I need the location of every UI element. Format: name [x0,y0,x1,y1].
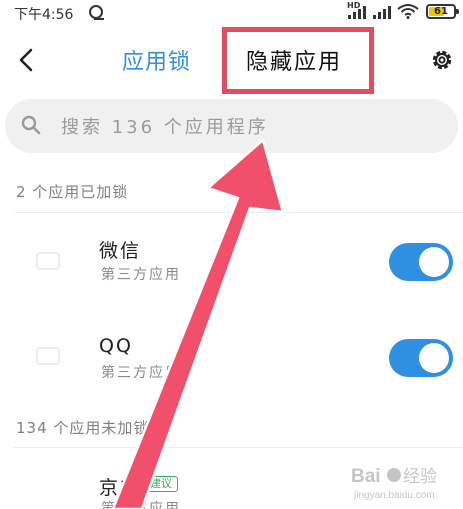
app-name: QQ [99,335,133,357]
app-name: 京东 [99,477,142,499]
app-category: 第三方应用 [101,501,181,509]
lock-toggle[interactable] [389,339,453,377]
app-category: 第三方应用 [101,267,181,283]
divider [14,212,463,213]
signal-icon [348,5,370,19]
signal-icon [373,5,395,19]
settings-button[interactable] [428,45,456,75]
svg-text:Bai: Bai [351,466,381,487]
search-icon [21,115,41,135]
locked-section-title: 2 个应用已加锁 [16,183,129,201]
status-bar: 下午4:56 HD 61 [0,0,463,28]
tab-app-lock[interactable]: 应用锁 [122,44,191,76]
status-time: 下午4:56 [14,7,74,23]
svg-text:jingyan.baidu.com: jingyan.baidu.com [353,490,435,501]
toggle-knob [419,343,449,373]
highlight-box [222,27,374,94]
back-button[interactable] [14,45,40,75]
svg-text:经验: 经验 [403,467,437,487]
battery-level: 61 [434,6,448,17]
divider [14,447,463,448]
suggest-badge: 建议 [144,476,178,492]
search-placeholder: 搜索 136 个应用程序 [61,117,269,138]
gear-icon [432,50,452,70]
toggle-knob [419,247,449,277]
app-category: 第三方应用 [101,365,181,381]
qq-app-icon [36,347,60,365]
app-name: 微信 [99,240,142,262]
unlocked-section-title: 134 个应用未加锁 [16,419,150,437]
notification-ring-icon [89,5,104,20]
lock-toggle[interactable] [389,243,453,281]
search-input[interactable]: 搜索 136 个应用程序 [5,99,458,153]
baidu-jingyan-watermark: Bai 经验 jingyan.baidu.com [351,466,437,501]
wechat-app-icon [36,252,60,270]
chevron-left-icon [19,48,33,72]
battery-icon: 61 [426,4,459,19]
wifi-icon [397,4,419,19]
